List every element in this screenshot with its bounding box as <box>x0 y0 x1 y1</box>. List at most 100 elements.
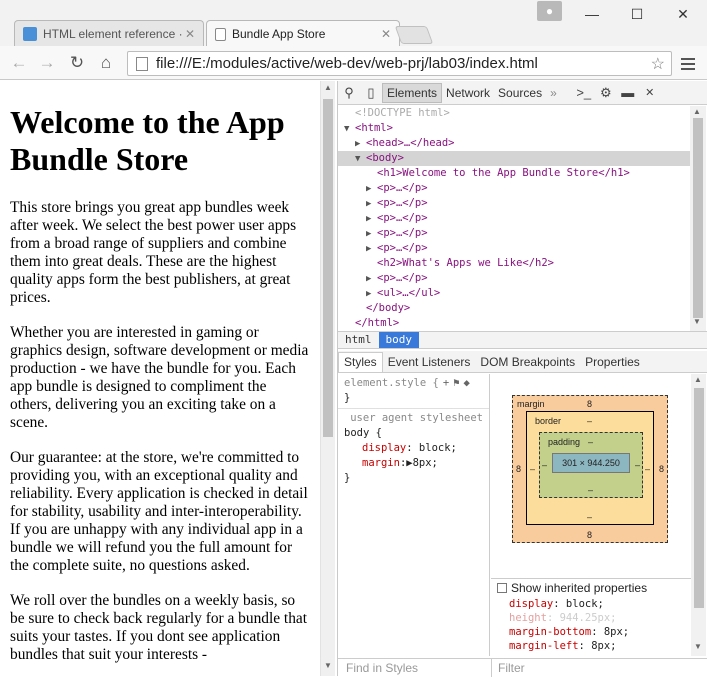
dom-node-text: <body> <box>366 152 404 164</box>
url-text[interactable]: file:///E:/modules/active/web-dev/web-pr… <box>156 55 538 72</box>
minimize-button[interactable]: — <box>572 0 612 28</box>
dom-node[interactable]: ▶ <p>…</p> <box>338 241 690 256</box>
dom-node-text: <h1>Welcome to the App Bundle Store</h1> <box>377 167 630 179</box>
expanded-triangle-icon[interactable]: ▼ <box>344 122 355 137</box>
star-icon[interactable]: ☆ <box>651 54 665 74</box>
hamburger-menu-icon[interactable] <box>680 56 696 72</box>
dom-node[interactable]: </body> <box>338 301 690 316</box>
collapsed-triangle-icon[interactable]: ▶ <box>366 197 377 212</box>
dom-scrollbar[interactable]: ▲ ▼ <box>690 106 706 331</box>
dom-node[interactable]: ▼ <html> <box>338 121 690 136</box>
dom-node[interactable]: ▶ <p>…</p> <box>338 181 690 196</box>
style-property[interactable]: display: block; <box>344 441 483 456</box>
tab-dom-breakpoints[interactable]: DOM Breakpoints <box>475 352 580 372</box>
device-mode-icon[interactable]: ▯ <box>360 83 382 103</box>
more-tabs-button[interactable]: » <box>546 83 561 103</box>
dom-tree[interactable]: <!DOCTYPE html> ▼ <html> ▶ <head>…</head> ▼ <b… <box>338 106 690 331</box>
styles-scrollbar[interactable]: ▲ ▼ <box>691 374 706 656</box>
color-format-icon[interactable]: ◆ <box>463 376 469 391</box>
scroll-up-icon[interactable]: ▲ <box>324 83 332 92</box>
tab-sources[interactable]: Sources <box>494 83 546 103</box>
scroll-up-icon[interactable]: ▲ <box>693 107 701 116</box>
filter-input[interactable]: Filter <box>498 661 525 675</box>
expanded-triangle-icon[interactable]: ▼ <box>355 152 366 167</box>
scroll-thumb[interactable] <box>323 99 333 437</box>
collapsed-triangle-icon[interactable]: ▶ <box>366 242 377 257</box>
back-arrow-icon[interactable]: ← <box>8 52 30 74</box>
dom-node[interactable]: ▶ <p>…</p> <box>338 271 690 286</box>
close-devtools-icon[interactable]: ✕ <box>639 83 661 103</box>
browser-toolbar: ← → ↻ ⌂ file:///E:/modules/active/web-de… <box>0 46 707 80</box>
page-heading: Welcome to the App Bundle Store <box>10 104 285 177</box>
dom-node-text: <head>…</head> <box>366 137 455 149</box>
dom-node[interactable]: ▶ <p>…</p> <box>338 196 690 211</box>
box-model: margin 8 8 8 8 border – – – – padding – … <box>491 374 691 576</box>
console-icon[interactable]: >_ <box>573 83 595 103</box>
dom-node[interactable]: <h2>What's Apps we Like</h2> <box>338 256 690 271</box>
user-icon[interactable]: ● <box>537 1 562 21</box>
find-in-styles-input[interactable]: Find in Styles <box>346 661 418 675</box>
address-bar[interactable]: file:///E:/modules/active/web-dev/web-pr… <box>127 51 672 76</box>
computed-property[interactable]: margin-bottom: 8px; <box>491 625 691 639</box>
home-icon[interactable]: ⌂ <box>95 52 117 74</box>
tab-bundle-app-store[interactable]: Bundle App Store ✕ <box>206 20 400 47</box>
scroll-thumb[interactable] <box>693 118 703 318</box>
computed-property[interactable]: display: block; <box>491 597 691 611</box>
collapsed-triangle-icon[interactable]: ▶ <box>366 287 377 302</box>
show-inherited-checkbox[interactable] <box>497 583 507 593</box>
tab-title: HTML element reference · <box>43 26 183 41</box>
element-style-rule[interactable]: element.style { + ⚑ ◆ } <box>338 374 489 409</box>
breadcrumb: html body <box>338 331 707 349</box>
scroll-down-icon[interactable]: ▼ <box>694 642 702 651</box>
collapsed-triangle-icon[interactable]: ▶ <box>366 212 377 227</box>
maximize-button[interactable]: ☐ <box>617 0 657 28</box>
dock-icon[interactable]: ▬ <box>617 83 639 103</box>
scroll-down-icon[interactable]: ▼ <box>693 317 701 326</box>
forward-arrow-icon[interactable]: → <box>36 52 58 74</box>
computed-property[interactable]: height: 944.25px; <box>491 611 691 625</box>
dom-node[interactable]: ▼ <body> <box>338 151 690 166</box>
collapsed-triangle-icon[interactable]: ▶ <box>366 227 377 242</box>
breadcrumb-html[interactable]: html <box>338 332 379 348</box>
breadcrumb-body[interactable]: body <box>378 332 419 348</box>
dom-node-text: <html> <box>355 122 393 134</box>
dom-node[interactable]: <h1>Welcome to the App Bundle Store</h1> <box>338 166 690 181</box>
dom-node[interactable]: <!DOCTYPE html> <box>338 106 690 121</box>
toggle-state-icon[interactable]: ⚑ <box>453 376 459 391</box>
gear-icon[interactable]: ⚙ <box>595 83 617 103</box>
style-property[interactable]: margin:▶8px; <box>344 456 483 471</box>
title-bar: HTML element reference · ✕ Bundle App St… <box>0 0 707 47</box>
computed-styles: Show inherited properties display: block… <box>491 578 691 658</box>
collapsed-triangle-icon[interactable]: ▶ <box>355 137 366 152</box>
dom-node[interactable]: ▶ <p>…</p> <box>338 211 690 226</box>
close-button[interactable]: ✕ <box>663 0 703 28</box>
page-scrollbar[interactable]: ▲ ▼ <box>320 81 335 676</box>
tab-html-element-reference[interactable]: HTML element reference · ✕ <box>14 20 204 46</box>
new-rule-icon[interactable]: + <box>443 376 449 391</box>
computed-property[interactable]: margin-left: 8px; <box>491 639 691 653</box>
reload-icon[interactable]: ↻ <box>66 52 88 74</box>
dom-node[interactable]: ▶ <p>…</p> <box>338 226 690 241</box>
tab-network[interactable]: Network <box>442 83 494 103</box>
scroll-up-icon[interactable]: ▲ <box>694 375 702 384</box>
collapsed-triangle-icon[interactable]: ▶ <box>366 272 377 287</box>
content-box: 301 × 944.250 <box>552 453 630 473</box>
close-tab-icon[interactable]: ✕ <box>381 27 391 41</box>
scroll-thumb[interactable] <box>694 388 704 608</box>
paragraph: Our guarantee: at the store, we're commi… <box>10 449 308 574</box>
ua-rule[interactable]: user agent stylesheet body { display: bl… <box>338 409 489 488</box>
scroll-down-icon[interactable]: ▼ <box>324 661 332 670</box>
tab-event-listeners[interactable]: Event Listeners <box>383 352 476 372</box>
sidebar-tabs: Styles Event Listeners DOM Breakpoints P… <box>338 351 707 373</box>
close-tab-icon[interactable]: ✕ <box>185 27 195 41</box>
dom-node[interactable]: </html> <box>338 316 690 331</box>
collapsed-triangle-icon[interactable]: ▶ <box>366 182 377 197</box>
inspect-icon[interactable]: ⚲ <box>338 83 360 103</box>
new-tab-button[interactable] <box>394 26 434 44</box>
tab-elements[interactable]: Elements <box>382 82 443 103</box>
dom-node[interactable]: ▶ <head>…</head> <box>338 136 690 151</box>
tab-styles[interactable]: Styles <box>338 351 383 372</box>
paragraph: We roll over the bundles on a weekly bas… <box>10 592 307 663</box>
dom-node[interactable]: ▶ <ul>…</ul> <box>338 286 690 301</box>
tab-properties[interactable]: Properties <box>580 352 645 372</box>
